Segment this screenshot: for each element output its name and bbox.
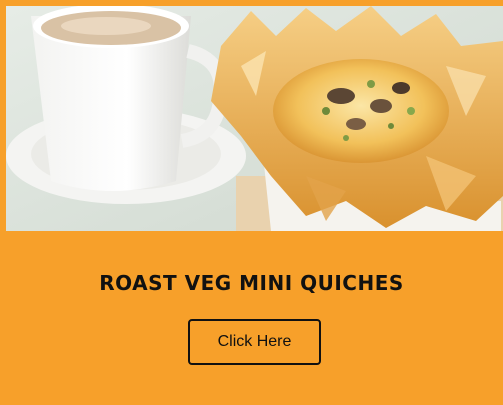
hero-image[interactable] (6, 6, 503, 231)
click-here-button[interactable]: Click Here (188, 319, 321, 365)
food-photo (6, 6, 503, 231)
recipe-card: ROAST VEG MINI QUICHES Click Here (0, 0, 503, 405)
recipe-title: ROAST VEG MINI QUICHES (99, 271, 404, 295)
